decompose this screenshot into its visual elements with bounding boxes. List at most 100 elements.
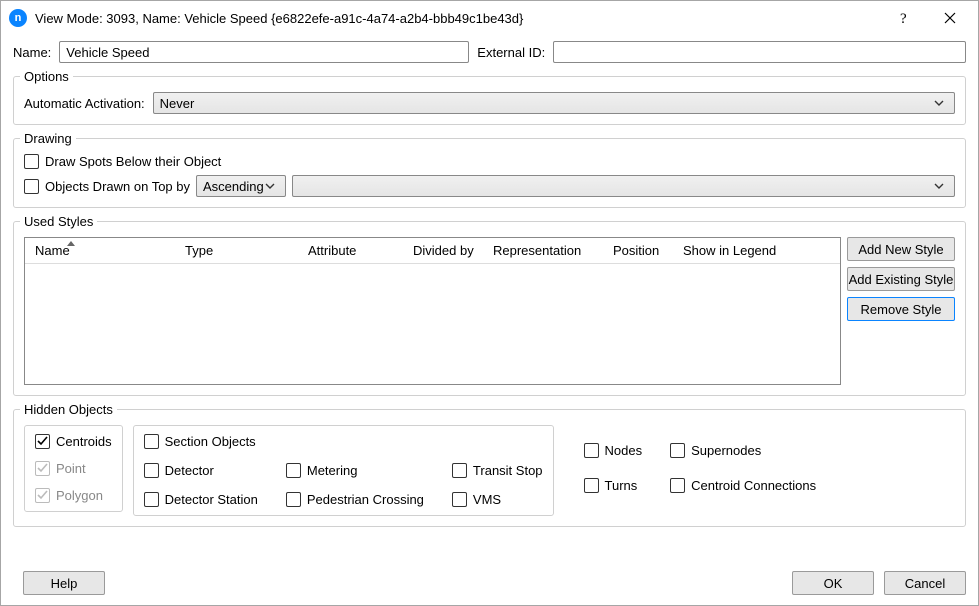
turns-label: Turns [605, 478, 638, 493]
checkbox-box [35, 488, 50, 503]
chevron-down-icon [934, 183, 950, 189]
col-attribute[interactable]: Attribute [304, 243, 409, 258]
cancel-button[interactable]: Cancel [884, 571, 966, 595]
nodes-checkbox[interactable]: Nodes [584, 443, 643, 458]
auto-activation-row: Automatic Activation: Never [24, 92, 955, 114]
dialog: n View Mode: 3093, Name: Vehicle Speed {… [0, 0, 979, 606]
pedestrian-crossing-label: Pedestrian Crossing [307, 492, 424, 507]
auto-activation-label: Automatic Activation: [24, 96, 145, 111]
checkbox-box [35, 434, 50, 449]
window-title: View Mode: 3093, Name: Vehicle Speed {e6… [35, 11, 884, 26]
hidden-group-sections: Section Objects Detector Detector Statio… [133, 425, 554, 516]
col-type[interactable]: Type [181, 243, 304, 258]
style-buttons: Add New Style Add Existing Style Remove … [847, 237, 955, 385]
styles-table-rows [25, 264, 840, 384]
nodes-label: Nodes [605, 443, 643, 458]
chevron-down-icon [265, 183, 281, 189]
add-existing-style-button[interactable]: Add Existing Style [847, 267, 955, 291]
checkbox-box [286, 463, 301, 478]
close-icon[interactable] [928, 3, 972, 33]
help-icon[interactable]: ? [884, 3, 928, 33]
section-objects-label: Section Objects [165, 434, 256, 449]
options-group: Options Automatic Activation: Never [13, 69, 966, 125]
col-representation[interactable]: Representation [489, 243, 609, 258]
point-checkbox: Point [35, 461, 112, 476]
checkbox-box [584, 443, 599, 458]
col-name[interactable]: Name [31, 243, 181, 258]
external-id-label: External ID: [477, 45, 545, 60]
detector-station-label: Detector Station [165, 492, 258, 507]
sort-direction-value: Ascending [203, 179, 265, 194]
checkbox-box [452, 463, 467, 478]
turns-checkbox[interactable]: Turns [584, 478, 643, 493]
chevron-down-icon [934, 100, 950, 106]
titlebar: n View Mode: 3093, Name: Vehicle Speed {… [1, 1, 978, 35]
vms-label: VMS [473, 492, 501, 507]
name-input[interactable] [59, 41, 469, 63]
col-divided-by[interactable]: Divided by [409, 243, 489, 258]
detector-checkbox[interactable]: Detector [144, 463, 258, 478]
objects-on-top-checkbox[interactable]: Objects Drawn on Top by [24, 179, 190, 194]
sort-expression-select[interactable] [292, 175, 955, 197]
sort-direction-select[interactable]: Ascending [196, 175, 286, 197]
centroids-label: Centroids [56, 434, 112, 449]
spacer [452, 434, 543, 449]
checkbox-box [670, 478, 685, 493]
checkbox-box [144, 492, 159, 507]
used-styles-legend: Used Styles [20, 214, 97, 229]
checkbox-box [24, 179, 39, 194]
detector-label: Detector [165, 463, 214, 478]
options-legend: Options [20, 69, 73, 84]
add-new-style-button[interactable]: Add New Style [847, 237, 955, 261]
auto-activation-select[interactable]: Never [153, 92, 955, 114]
supernodes-label: Supernodes [691, 443, 761, 458]
polygon-checkbox: Polygon [35, 488, 112, 503]
polygon-label: Polygon [56, 488, 103, 503]
section-columns: Section Objects Detector Detector Statio… [144, 434, 543, 507]
draw-below-checkbox[interactable]: Draw Spots Below their Object [24, 154, 955, 169]
checkbox-box [24, 154, 39, 169]
checkbox-box [452, 492, 467, 507]
auto-activation-value: Never [160, 96, 934, 111]
checkbox-box [144, 434, 159, 449]
help-button[interactable]: Help [23, 571, 105, 595]
checkbox-box [286, 492, 301, 507]
ok-button[interactable]: OK [792, 571, 874, 595]
name-row: Name: External ID: [13, 41, 966, 63]
metering-checkbox[interactable]: Metering [286, 463, 424, 478]
col-show-in-legend[interactable]: Show in Legend [679, 243, 840, 258]
dialog-content: Name: External ID: Options Automatic Act… [1, 35, 978, 563]
centroid-connections-checkbox[interactable]: Centroid Connections [670, 478, 816, 493]
pedestrian-crossing-checkbox[interactable]: Pedestrian Crossing [286, 492, 424, 507]
checkbox-box [670, 443, 685, 458]
col-position[interactable]: Position [609, 243, 679, 258]
hidden-objects-legend: Hidden Objects [20, 402, 117, 417]
hidden-objects-group: Hidden Objects Centroids Point [13, 402, 966, 527]
detector-station-checkbox[interactable]: Detector Station [144, 492, 258, 507]
used-styles-group: Used Styles Name Type Attribute Divided … [13, 214, 966, 396]
draw-below-label: Draw Spots Below their Object [45, 154, 221, 169]
drawing-group: Drawing Draw Spots Below their Object Ob… [13, 131, 966, 208]
used-styles-body: Name Type Attribute Divided by Represent… [24, 237, 955, 385]
dialog-footer: Help OK Cancel [1, 563, 978, 605]
centroids-checkbox[interactable]: Centroids [35, 434, 112, 449]
objects-on-top-label: Objects Drawn on Top by [45, 179, 190, 194]
app-icon: n [9, 9, 27, 27]
transit-stop-checkbox[interactable]: Transit Stop [452, 463, 543, 478]
hidden-group-graph: Nodes Turns Supernodes [564, 425, 817, 493]
section-objects-checkbox[interactable]: Section Objects [144, 434, 258, 449]
spacer [286, 434, 424, 449]
styles-table[interactable]: Name Type Attribute Divided by Represent… [24, 237, 841, 385]
supernodes-checkbox[interactable]: Supernodes [670, 443, 816, 458]
transit-stop-label: Transit Stop [473, 463, 543, 478]
drawing-legend: Drawing [20, 131, 76, 146]
objects-on-top-row: Objects Drawn on Top by Ascending [24, 175, 955, 197]
remove-style-button[interactable]: Remove Style [847, 297, 955, 321]
external-id-input[interactable] [553, 41, 966, 63]
point-label: Point [56, 461, 86, 476]
styles-table-header: Name Type Attribute Divided by Represent… [25, 238, 840, 264]
svg-text:?: ? [900, 11, 907, 26]
checkbox-box [144, 463, 159, 478]
checkbox-box [584, 478, 599, 493]
vms-checkbox[interactable]: VMS [452, 492, 543, 507]
